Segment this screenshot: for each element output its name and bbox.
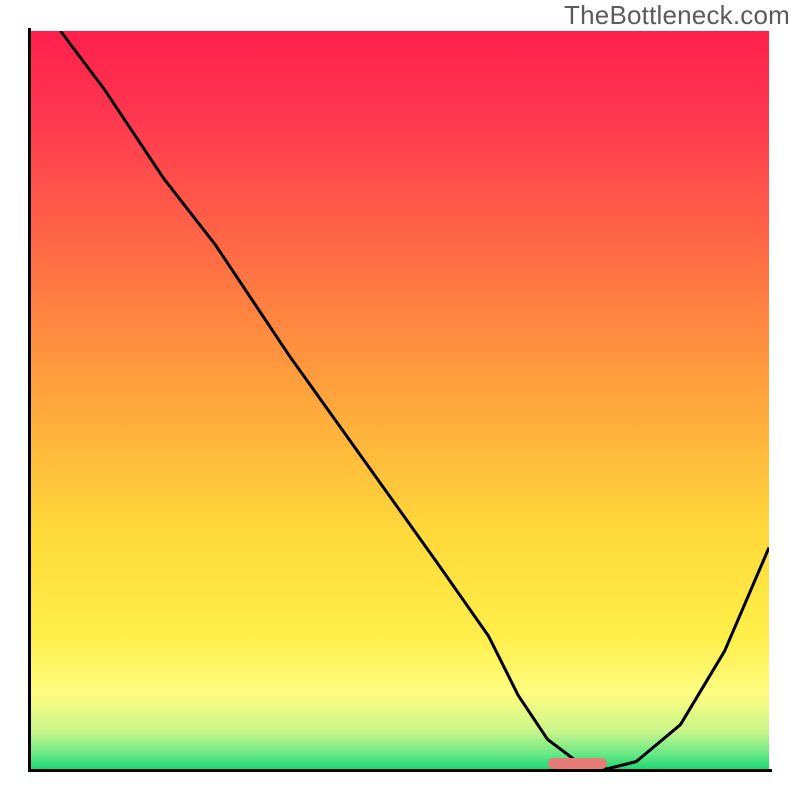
chart-container: TheBottleneck.com — [0, 0, 800, 800]
curve-layer — [31, 31, 769, 769]
watermark-text: TheBottleneck.com — [564, 0, 790, 31]
optimal-marker — [548, 758, 607, 769]
plot-area — [31, 31, 769, 769]
bottleneck-curve-path — [61, 31, 770, 769]
x-axis — [28, 769, 772, 772]
y-axis — [28, 28, 31, 772]
